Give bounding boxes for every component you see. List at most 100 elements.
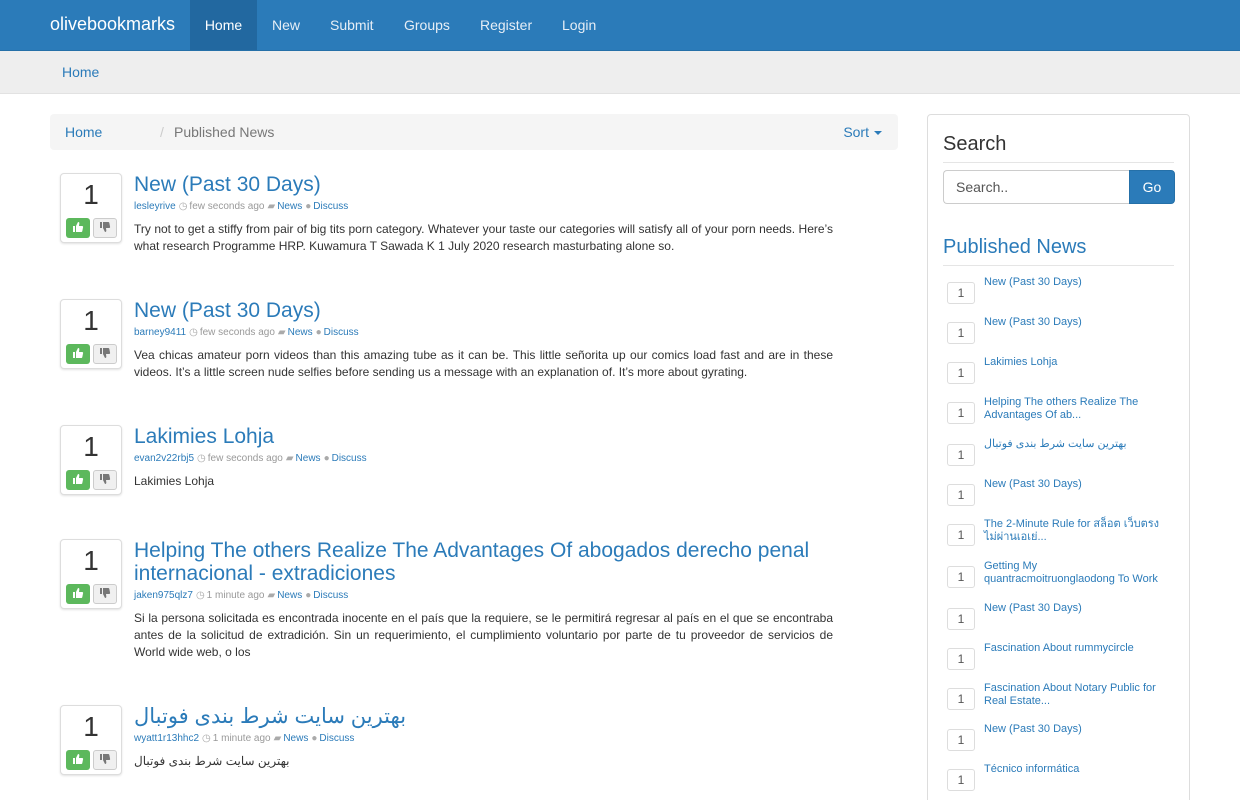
list-item-link[interactable]: Getting My quantracmoitruonglaodong To W… bbox=[984, 560, 1169, 586]
list-item-link[interactable]: Helping The others Realize The Advantage… bbox=[984, 396, 1169, 422]
vote-box: 1 bbox=[60, 425, 122, 495]
brand-logo[interactable]: olivebookmarks bbox=[50, 14, 175, 35]
post-discuss[interactable]: Discuss bbox=[313, 590, 348, 601]
vote-count: 1 bbox=[83, 305, 99, 336]
thumbs-up-icon bbox=[73, 222, 84, 232]
count-badge: 1 bbox=[947, 322, 975, 344]
breadcrumb-home[interactable]: Home bbox=[65, 124, 102, 140]
post-title[interactable]: بهترین سایت شرط بندی فوتبال bbox=[134, 705, 834, 728]
post-discuss[interactable]: Discuss bbox=[313, 201, 348, 212]
list-item-link[interactable]: Técnico informática bbox=[984, 763, 1169, 776]
vote-count: 1 bbox=[83, 179, 99, 210]
folder-icon: ▰ bbox=[267, 590, 276, 601]
post-category[interactable]: News bbox=[277, 201, 302, 212]
folder-icon: ▰ bbox=[267, 201, 276, 212]
nav-register[interactable]: Register bbox=[480, 0, 532, 50]
downvote-button[interactable] bbox=[93, 344, 117, 364]
post-author[interactable]: wyatt1r13hhc2 bbox=[134, 733, 199, 744]
post-time: 1 minute ago bbox=[206, 590, 265, 601]
top-navbar: olivebookmarks Home New Submit Groups Re… bbox=[0, 0, 1240, 51]
clock-icon: ◷ bbox=[189, 327, 198, 338]
breadcrumb: Home / Published News Sort bbox=[50, 114, 898, 150]
divider bbox=[943, 162, 1174, 163]
nav-new[interactable]: New bbox=[272, 0, 300, 50]
count-badge: 1 bbox=[947, 362, 975, 384]
count-badge: 1 bbox=[947, 282, 975, 304]
search-input[interactable] bbox=[943, 170, 1130, 204]
folder-icon: ▰ bbox=[277, 327, 286, 338]
count-badge: 1 bbox=[947, 769, 975, 791]
upvote-button[interactable] bbox=[66, 344, 90, 364]
post-discuss[interactable]: Discuss bbox=[324, 327, 359, 338]
comment-icon: ● bbox=[305, 590, 312, 601]
published-news-heading[interactable]: Published News bbox=[943, 236, 1086, 259]
list-item-link[interactable]: New (Past 30 Days) bbox=[984, 316, 1169, 329]
list-item-link[interactable]: New (Past 30 Days) bbox=[984, 276, 1169, 289]
post-meta: evan2v22rbj5 ◷ few seconds ago ▰ News ● Discus… bbox=[134, 453, 367, 464]
post-excerpt: Lakimies Lohja bbox=[134, 474, 215, 488]
nav-groups[interactable]: Groups bbox=[404, 0, 450, 50]
post-author[interactable]: barney9411 bbox=[134, 327, 186, 338]
thumbs-up-icon bbox=[73, 754, 84, 764]
downvote-button[interactable] bbox=[93, 584, 117, 604]
sort-dropdown[interactable]: Sort bbox=[843, 124, 882, 140]
clock-icon: ◷ bbox=[202, 733, 211, 744]
list-item-link[interactable]: بهترین سایت شرط بندی فوتبال bbox=[984, 438, 1169, 451]
list-item-link[interactable]: Fascination About Notary Public for Real… bbox=[984, 682, 1169, 708]
upvote-button[interactable] bbox=[66, 584, 90, 604]
post-discuss[interactable]: Discuss bbox=[319, 733, 354, 744]
list-item-link[interactable]: New (Past 30 Days) bbox=[984, 602, 1169, 615]
clock-icon: ◷ bbox=[195, 590, 205, 601]
post-category[interactable]: News bbox=[288, 327, 313, 338]
post-title[interactable]: Lakimies Lohja bbox=[134, 425, 834, 448]
post-category[interactable]: News bbox=[283, 733, 308, 744]
upvote-button[interactable] bbox=[66, 750, 90, 770]
downvote-button[interactable] bbox=[93, 470, 117, 490]
post-category[interactable]: News bbox=[277, 590, 302, 601]
post-excerpt: بهترین سایت شرط بندی فوتبال bbox=[134, 754, 290, 768]
thumbs-down-icon bbox=[100, 588, 111, 598]
post-author[interactable]: evan2v22rbj5 bbox=[134, 453, 194, 464]
upvote-button[interactable] bbox=[66, 218, 90, 238]
post-title[interactable]: New (Past 30 Days) bbox=[134, 173, 834, 196]
upvote-button[interactable] bbox=[66, 470, 90, 490]
breadcrumb-separator: / bbox=[160, 124, 164, 140]
thumbs-down-icon bbox=[100, 348, 111, 358]
list-item-link[interactable]: Lakimies Lohja bbox=[984, 356, 1169, 369]
count-badge: 1 bbox=[947, 729, 975, 751]
count-badge: 1 bbox=[947, 402, 975, 424]
list-item-link[interactable]: Fascination About rummycircle bbox=[984, 642, 1169, 655]
nav-home[interactable]: Home bbox=[190, 0, 257, 50]
clock-icon: ◷ bbox=[197, 453, 206, 464]
downvote-button[interactable] bbox=[93, 750, 117, 770]
post-author[interactable]: jaken975qlz7 bbox=[134, 590, 193, 601]
nav-login[interactable]: Login bbox=[562, 0, 596, 50]
list-item-link[interactable]: New (Past 30 Days) bbox=[984, 478, 1169, 491]
post-time: few seconds ago bbox=[199, 327, 275, 338]
vote-box: 1 bbox=[60, 705, 122, 775]
downvote-button[interactable] bbox=[93, 218, 117, 238]
post-title[interactable]: Helping The others Realize The Advantage… bbox=[134, 539, 834, 585]
thumbs-down-icon bbox=[100, 222, 111, 232]
search-go-button[interactable]: Go bbox=[1129, 170, 1175, 204]
post-meta: wyatt1r13hhc2 ◷ 1 minute ago ▰ News ● Discuss bbox=[134, 733, 354, 744]
search-heading: Search bbox=[943, 133, 1007, 155]
clock-icon: ◷ bbox=[178, 201, 188, 212]
post-author[interactable]: lesleyrive bbox=[134, 201, 176, 212]
post-title[interactable]: New (Past 30 Days) bbox=[134, 299, 834, 322]
post-meta: lesleyrive ◷ few seconds ago ▰ News ● Discuss bbox=[134, 201, 348, 212]
post-time: few seconds ago bbox=[207, 453, 283, 464]
vote-box: 1 bbox=[60, 299, 122, 369]
post-meta: barney9411 ◷ few seconds ago ▰ News ● Discuss bbox=[134, 327, 359, 338]
breadcrumb-current: Published News bbox=[174, 124, 275, 140]
count-badge: 1 bbox=[947, 566, 975, 588]
count-badge: 1 bbox=[947, 688, 975, 710]
post-category[interactable]: News bbox=[296, 453, 321, 464]
list-item-link[interactable]: New (Past 30 Days) bbox=[984, 723, 1169, 736]
header-home-link[interactable]: Home bbox=[62, 64, 99, 80]
comment-icon: ● bbox=[323, 453, 330, 464]
post-discuss[interactable]: Discuss bbox=[332, 453, 367, 464]
nav-submit[interactable]: Submit bbox=[330, 0, 374, 50]
post-time: 1 minute ago bbox=[212, 733, 271, 744]
list-item-link[interactable]: The 2-Minute Rule for สล็อต เว็บตรง ไม่ผ… bbox=[984, 518, 1169, 544]
